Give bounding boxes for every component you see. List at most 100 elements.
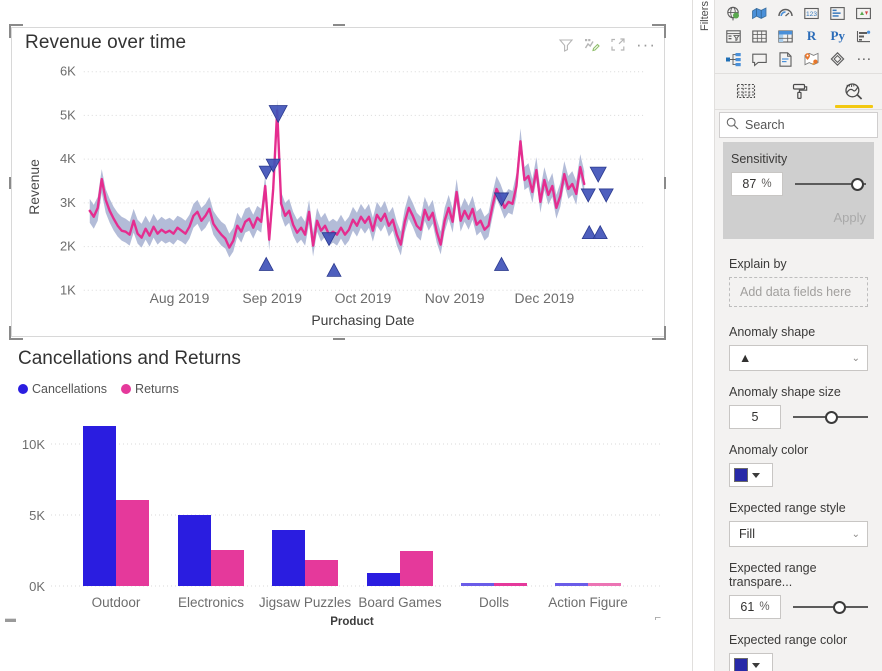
analytics-options-list[interactable]: Sensitivity 87 % Apply Explain by Add da… — [715, 142, 882, 671]
anomaly-shape-size-input[interactable]: 5 — [729, 405, 781, 429]
sensitivity-input[interactable]: 87 % — [731, 172, 783, 196]
svg-text:4K: 4K — [60, 151, 76, 166]
anomaly-color-label: Anomaly color — [729, 443, 809, 457]
svg-text:5K: 5K — [60, 107, 76, 122]
section-expected-range-transparency: Expected range transpare... 61 % — [715, 561, 882, 619]
svg-text:6K: 6K — [60, 64, 76, 79]
python-visual-icon[interactable]: Py — [826, 25, 850, 47]
filters-pane-label: Filters — [699, 1, 711, 31]
explain-by-placeholder: Add data fields here — [740, 285, 852, 299]
expected-range-transparency-knob[interactable] — [832, 600, 846, 614]
expected-range-color-picker[interactable] — [729, 653, 773, 671]
apply-button[interactable]: Apply — [731, 210, 866, 225]
section-anomaly-shape-size: Anomaly shape size 5 — [715, 385, 882, 429]
visual-cancellations-and-returns[interactable]: Cancellations and Returns Cancellations … — [4, 340, 672, 630]
search-input[interactable]: Search — [719, 112, 878, 138]
bar-group-action-figure — [555, 583, 621, 586]
tab-fields[interactable] — [723, 75, 769, 109]
explain-by-label: Explain by — [729, 257, 787, 271]
svg-text:Revenue: Revenue — [26, 159, 42, 215]
caret-down-icon — [752, 472, 760, 478]
svg-text:Dolls: Dolls — [479, 595, 509, 610]
expected-range-transparency-slider[interactable] — [793, 595, 868, 619]
resize-handle-top-right[interactable] — [664, 24, 666, 38]
resize-handle-top-center[interactable] — [333, 24, 345, 26]
pane-tab-bar[interactable] — [715, 74, 882, 110]
expected-range-style-label: Expected range style — [729, 501, 846, 515]
expected-range-transparency-track — [793, 606, 868, 608]
gauge-icon[interactable] — [773, 2, 797, 24]
anomaly-shape-size-label: Anomaly shape size — [729, 385, 841, 399]
svg-text:5K: 5K — [29, 508, 45, 523]
key-influencers-icon[interactable] — [852, 25, 876, 47]
explain-by-dropzone[interactable]: Add data fields here — [729, 277, 868, 307]
anomaly-color-picker[interactable] — [729, 463, 773, 487]
tab-format[interactable] — [777, 75, 823, 109]
resize-handle-middle-right[interactable] — [664, 177, 666, 189]
resize-handle-top-left-b[interactable] — [9, 24, 23, 26]
sensitivity-value: 87 — [742, 177, 757, 191]
card-icon[interactable]: 123 — [799, 2, 823, 24]
qna-icon[interactable] — [747, 48, 771, 70]
caret-down-icon-2 — [752, 662, 760, 668]
line-chart-plot: 6K 5K 4K 3K 2K 1K Revenue Aug 2019 Sep 2… — [26, 64, 647, 328]
power-apps-icon[interactable] — [826, 48, 850, 70]
r-script-visual-icon[interactable]: R — [799, 25, 823, 47]
section-sensitivity: Sensitivity 87 % Apply — [723, 142, 874, 239]
resize-handle-top-right-b[interactable] — [652, 24, 666, 26]
visual-resize-corner-bottom-right[interactable]: ⌐ — [655, 612, 661, 624]
slicer-icon[interactable] — [721, 25, 745, 47]
visualizations-pane[interactable]: Filters 123 R Py ··· Search Sensitivity … — [692, 0, 882, 671]
kpi-icon[interactable] — [852, 2, 876, 24]
expected-range-style-dropdown[interactable]: Fill ⌄ — [729, 521, 868, 547]
visual-revenue-over-time[interactable]: Revenue over time ··· 6K 5K 4K 3K 2K 1K … — [9, 24, 666, 340]
decomposition-tree-icon[interactable] — [721, 48, 745, 70]
bar-group-electronics — [178, 515, 244, 586]
svg-text:Dec 2019: Dec 2019 — [515, 290, 575, 306]
svg-text:Board Games: Board Games — [358, 595, 442, 610]
svg-text:123: 123 — [806, 11, 817, 18]
analytics-search-wrap[interactable]: Search — [719, 112, 878, 138]
report-canvas[interactable]: Revenue over time ··· 6K 5K 4K 3K 2K 1K … — [0, 0, 692, 671]
section-anomaly-shape: Anomaly shape ▲ ⌄ — [715, 325, 882, 371]
sensitivity-slider-knob[interactable] — [850, 177, 864, 191]
more-visuals-icon[interactable]: ··· — [852, 48, 876, 70]
chevron-down-icon-2: ⌄ — [851, 528, 860, 540]
anomaly-shape-dropdown[interactable]: ▲ ⌄ — [729, 345, 868, 371]
bar-group-outdoor — [83, 426, 149, 586]
resize-handle-middle-left[interactable] — [9, 177, 11, 189]
svg-text:2K: 2K — [60, 239, 76, 254]
svg-text:Jigsaw Puzzles: Jigsaw Puzzles — [259, 595, 352, 610]
anomaly-shape-size-knob[interactable] — [824, 410, 838, 424]
svg-text:1K: 1K — [60, 282, 76, 297]
visualization-type-gallery[interactable]: 123 R Py ··· — [715, 0, 882, 74]
anomaly-shape-value: ▲ — [739, 351, 752, 365]
svg-text:Purchasing Date: Purchasing Date — [311, 312, 414, 328]
sensitivity-slider[interactable] — [795, 172, 866, 196]
svg-text:Action Figure: Action Figure — [548, 595, 628, 610]
table-icon[interactable] — [747, 25, 771, 47]
section-expected-range-style: Expected range style Fill ⌄ — [715, 501, 882, 547]
anomaly-shape-size-value: 5 — [751, 410, 759, 424]
globe-map-icon[interactable] — [721, 2, 745, 24]
svg-text:Nov 2019: Nov 2019 — [425, 290, 485, 306]
svg-text:Aug 2019: Aug 2019 — [150, 290, 210, 306]
multi-row-card-icon[interactable] — [826, 2, 850, 24]
search-placeholder: Search — [745, 118, 785, 132]
matrix-icon[interactable] — [773, 25, 797, 47]
filled-map-icon[interactable] — [747, 2, 771, 24]
visual-resize-corner-bottom-left[interactable]: ▬ — [5, 613, 16, 625]
tab-analytics[interactable] — [831, 75, 877, 109]
filters-pane-collapsed-strip[interactable]: Filters — [693, 0, 715, 671]
expected-range-color-label: Expected range color — [729, 633, 848, 647]
svg-text:Outdoor: Outdoor — [92, 595, 141, 610]
bar-chart-plot: 10K 5K 0K Outdoor Electronics Jigsaw Puz… — [22, 426, 660, 628]
resize-handle-top-left[interactable] — [9, 24, 11, 38]
expected-range-color-swatch — [734, 658, 748, 671]
sensitivity-unit: % — [761, 178, 772, 190]
arcgis-map-icon[interactable] — [799, 48, 823, 70]
anomaly-shape-size-slider[interactable] — [793, 405, 868, 429]
paginated-report-icon[interactable] — [773, 48, 797, 70]
expected-range-transparency-unit: % — [759, 601, 770, 613]
expected-range-transparency-input[interactable]: 61 % — [729, 595, 781, 619]
